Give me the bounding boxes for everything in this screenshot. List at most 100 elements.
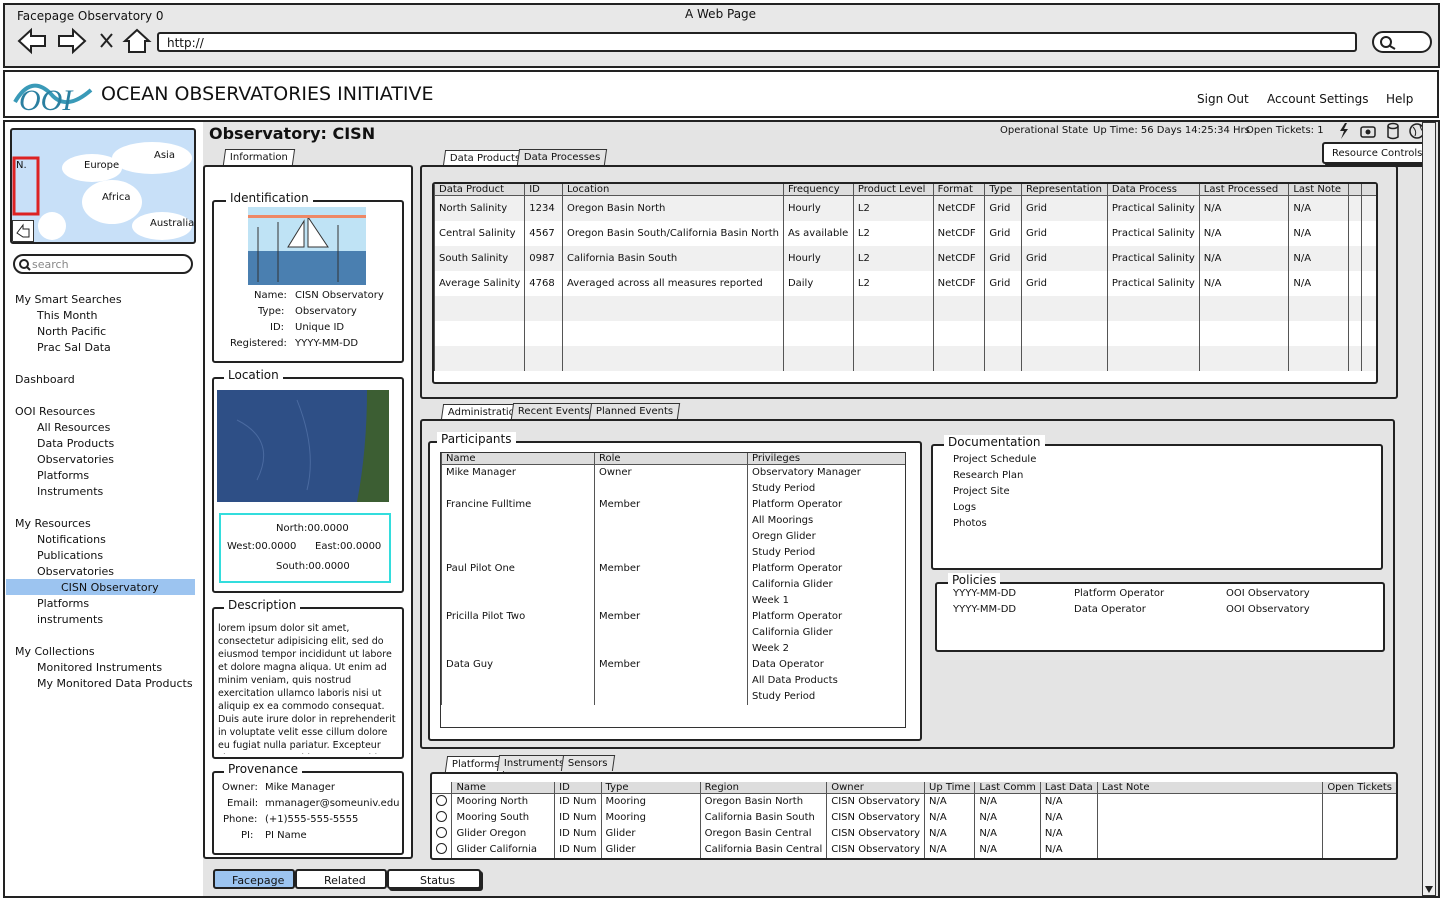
tab-data-products[interactable]: Data Products [442, 150, 528, 166]
table-row[interactable]: Data Guy Member Data Operator [441, 656, 905, 673]
nav-item[interactable]: Platforms [37, 469, 89, 482]
table-row[interactable]: All Moorings [441, 512, 905, 529]
table-row[interactable]: Central Salinity 4567 Oregon Basin South/C… [434, 220, 1376, 246]
nav-item[interactable]: Data Products [37, 437, 114, 450]
stop-icon[interactable] [100, 33, 113, 48]
map-pointer-icon[interactable] [12, 220, 34, 242]
nav-item[interactable]: Notifications [37, 533, 106, 546]
col-header[interactable]: Name [441, 453, 595, 465]
lightning-icon[interactable] [1340, 123, 1348, 139]
doc-link[interactable]: Research Plan [953, 470, 1023, 481]
col-header[interactable]: Format [932, 184, 985, 196]
doc-link[interactable]: Project Schedule [953, 454, 1036, 465]
table-row[interactable]: All Data Products [441, 672, 905, 689]
row-radio[interactable] [432, 842, 452, 858]
address-bar[interactable]: http:// [157, 32, 1357, 52]
table-row[interactable]: South Salinity 0987 California Basin South… [434, 245, 1376, 271]
col-header[interactable]: Representation [1021, 184, 1108, 196]
database-icon[interactable] [1387, 122, 1399, 140]
page-scrollbar[interactable] [1422, 122, 1436, 896]
col-header[interactable]: Name [451, 782, 555, 794]
nav-smart-searches[interactable]: My Smart Searches [15, 293, 122, 306]
col-header[interactable]: Last Processed [1198, 184, 1289, 196]
nav-item[interactable]: instruments [37, 613, 103, 626]
world-map[interactable]: Asia Europe Africa Australia N. [10, 128, 196, 244]
row-radio[interactable] [432, 826, 452, 842]
radio-icon[interactable] [436, 810, 447, 822]
tab-data-processes[interactable]: Data Processes [516, 149, 608, 165]
nav-item[interactable]: Instruments [37, 485, 103, 498]
col-header[interactable]: Data Product [434, 184, 525, 196]
nav-dashboard[interactable]: Dashboard [15, 373, 75, 386]
table-row[interactable]: Week 2 [441, 640, 905, 657]
sign-out-link[interactable]: Sign Out [1197, 92, 1249, 106]
col-header[interactable]: Product Level [852, 184, 934, 196]
col-header[interactable]: Role [594, 453, 748, 465]
tab-information[interactable]: Information [222, 149, 296, 165]
home-icon[interactable] [122, 28, 152, 53]
scroll-down-icon[interactable] [1423, 883, 1435, 895]
col-header[interactable]: Open Tickets [1322, 782, 1396, 794]
nav-item[interactable]: This Month [37, 309, 97, 322]
table-row[interactable]: North Salinity 1234 Oregon Basin North Hour… [434, 195, 1376, 221]
table-row[interactable]: Mike Manager Owner Observatory Manager [441, 464, 905, 481]
table-row[interactable]: California Glider [441, 624, 905, 641]
help-link[interactable]: Help [1386, 92, 1413, 106]
nav-item[interactable]: Platforms [37, 597, 89, 610]
table-row[interactable]: Week 1 [441, 592, 905, 609]
table-row[interactable]: Mooring North ID Num Mooring Oregon Basin N… [432, 793, 1396, 810]
nav-item[interactable]: Observatories [37, 565, 114, 578]
col-header[interactable]: Region [699, 782, 827, 794]
browser-search[interactable] [1372, 31, 1432, 53]
col-header[interactable]: Last Data [1039, 782, 1098, 794]
row-radio[interactable] [432, 810, 452, 826]
nav-item[interactable]: My Monitored Data Products [37, 677, 193, 690]
col-header[interactable]: Last Note [1288, 184, 1349, 196]
col-header[interactable]: ID [524, 184, 563, 196]
tab-planned-events[interactable]: Planned Events [588, 403, 681, 419]
forward-icon[interactable] [58, 27, 87, 55]
col-header[interactable]: Location [562, 184, 784, 196]
resource-controls-button[interactable]: Resource Controls [1322, 142, 1426, 164]
tab-recent-events[interactable]: Recent Events [510, 403, 597, 419]
col-header[interactable]: Data Process [1106, 184, 1200, 196]
table-row[interactable] [434, 320, 1376, 346]
doc-link[interactable]: Logs [953, 502, 976, 513]
table-row[interactable]: Study Period [441, 480, 905, 497]
doc-link[interactable]: Project Site [953, 486, 1010, 497]
table-row[interactable] [434, 295, 1376, 321]
radio-icon[interactable] [436, 794, 447, 806]
table-row[interactable] [434, 345, 1376, 371]
nav-item[interactable]: Prac Sal Data [37, 341, 111, 354]
row-radio[interactable] [432, 794, 452, 810]
nav-item[interactable]: Publications [37, 549, 103, 562]
col-header[interactable]: Last Comm [974, 782, 1041, 794]
satellite-map[interactable] [217, 390, 389, 502]
table-row[interactable]: Francine Fulltime Member Platform Operator [441, 496, 905, 513]
table-row[interactable]: Mooring South ID Num Mooring California Bas… [432, 809, 1396, 826]
table-row[interactable]: Glider California ID Num Glider California … [432, 841, 1396, 858]
tab-status[interactable]: Status [387, 869, 481, 889]
nav-item-selected[interactable]: CISN Observatory [61, 581, 159, 594]
tab-related[interactable]: Related [295, 869, 387, 889]
radio-icon[interactable] [436, 826, 447, 838]
nav-collections[interactable]: My Collections [15, 645, 95, 658]
nav-item[interactable]: All Resources [37, 421, 110, 434]
table-row[interactable]: Study Period [441, 544, 905, 561]
phone-icon[interactable] [1360, 126, 1376, 138]
table-row[interactable]: Oregn Glider [441, 528, 905, 545]
nav-item[interactable]: Observatories [37, 453, 114, 466]
radio-icon[interactable] [436, 842, 447, 854]
table-row[interactable]: Study Period [441, 688, 905, 705]
tab-sensors[interactable]: Sensors [560, 755, 615, 771]
col-header[interactable]: Up Time [923, 782, 975, 794]
tab-facepage[interactable]: Facepage [213, 869, 295, 889]
table-row[interactable]: California Glider [441, 576, 905, 593]
col-header[interactable]: ID [554, 782, 602, 794]
search-input[interactable]: search [13, 254, 193, 274]
col-header[interactable]: Frequency [782, 184, 854, 196]
table-row[interactable]: Glider Oregon ID Num Glider Oregon Basin Ce… [432, 825, 1396, 842]
col-header[interactable]: Owner [826, 782, 925, 794]
col-header[interactable]: Privileges [747, 453, 905, 465]
nav-item[interactable]: North Pacific [37, 325, 106, 338]
